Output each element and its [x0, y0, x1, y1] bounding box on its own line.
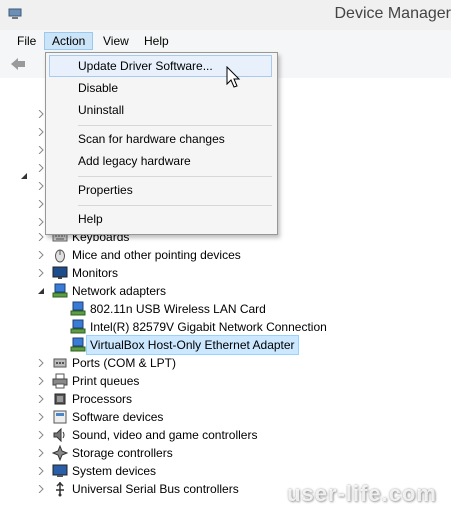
- processor-icon: [54, 393, 66, 405]
- tree-item-label: Network adapters: [72, 284, 167, 298]
- usb-icon: [56, 481, 64, 497]
- tree-item-label: 802.11n USB Wireless LAN Card: [90, 302, 266, 316]
- menu-bar: File Action View Help: [0, 30, 451, 53]
- menu-view[interactable]: View: [96, 32, 136, 50]
- tree-item-ports[interactable]: Ports (COM & LPT): [36, 354, 436, 372]
- menu-scan-hardware-changes[interactable]: Scan for hardware changes: [49, 128, 272, 150]
- tree-item-system-devices[interactable]: System devices: [36, 462, 436, 480]
- mouse-cursor-icon: [226, 66, 241, 88]
- expand-icon[interactable]: [37, 110, 45, 118]
- menu-file[interactable]: File: [10, 32, 43, 50]
- expand-icon[interactable]: [37, 269, 45, 277]
- tree-item-virtualbox-adapter[interactable]: VirtualBox Host-Only Ethernet Adapter: [70, 335, 440, 355]
- menu-action[interactable]: Action: [44, 32, 94, 50]
- tree-item-label: Mice and other pointing devices: [72, 248, 241, 262]
- window-title: Device Manager: [334, 5, 451, 22]
- tree-item-label: Monitors: [72, 266, 119, 280]
- menu-help[interactable]: Help: [137, 32, 176, 50]
- watermark: user-life.com: [287, 481, 437, 506]
- tree-item-label: Storage controllers: [72, 446, 173, 460]
- expand-icon[interactable]: [37, 413, 45, 421]
- tree-item-label: Processors: [72, 392, 133, 406]
- port-icon: [53, 358, 67, 368]
- tree-item-label: Intel(R) 82579V Gigabit Network Connecti…: [90, 320, 327, 334]
- collapse-icon[interactable]: [37, 287, 45, 295]
- tree-item-software-devices[interactable]: Software devices: [36, 408, 436, 426]
- tree-item-label: Print queues: [72, 374, 140, 388]
- tree-item-label: System devices: [72, 464, 157, 478]
- expand-icon[interactable]: [37, 218, 45, 226]
- expand-icon[interactable]: [37, 449, 45, 457]
- expand-icon[interactable]: [37, 200, 45, 208]
- expand-icon[interactable]: [37, 467, 45, 475]
- device-manager-icon: [8, 8, 22, 19]
- menu-properties[interactable]: Properties: [49, 179, 272, 201]
- menu-separator: [78, 176, 272, 177]
- menu-add-legacy-hardware[interactable]: Add legacy hardware: [49, 150, 272, 172]
- expand-icon[interactable]: [37, 377, 45, 385]
- tree-item-label: Software devices: [72, 410, 164, 424]
- expand-icon[interactable]: [37, 395, 45, 403]
- storage-icon: [52, 445, 68, 461]
- menu-uninstall[interactable]: Uninstall: [49, 99, 272, 121]
- tree-item-mice[interactable]: Mice and other pointing devices: [36, 246, 436, 264]
- sound-icon: [53, 427, 65, 443]
- tree-item-wireless-lan[interactable]: 802.11n USB Wireless LAN Card: [70, 300, 440, 318]
- tree-item-label: Sound, video and game controllers: [72, 428, 258, 442]
- tree-item-label: Ports (COM & LPT): [72, 356, 177, 370]
- back-arrow-icon[interactable]: [10, 57, 26, 71]
- action-menu: Update Driver Software... Disable Uninst…: [45, 52, 278, 235]
- expand-icon[interactable]: [37, 146, 45, 154]
- printer-icon: [52, 373, 68, 389]
- expand-icon[interactable]: [37, 251, 45, 259]
- tree-item-sound-video[interactable]: Sound, video and game controllers: [36, 426, 436, 444]
- system-icon: [52, 464, 68, 477]
- network-adapter-icon: [70, 301, 86, 316]
- title-bar: Device Manager: [0, 0, 451, 31]
- tree-item-network-adapters[interactable]: Network adapters: [36, 282, 436, 300]
- network-adapter-icon: [52, 283, 68, 298]
- expand-icon[interactable]: [37, 164, 45, 172]
- tree-item-intel-gigabit[interactable]: Intel(R) 82579V Gigabit Network Connecti…: [70, 318, 440, 336]
- collapse-icon[interactable]: [20, 172, 28, 180]
- tree-item-storage-controllers[interactable]: Storage controllers: [36, 444, 436, 462]
- network-adapter-icon: [70, 319, 86, 334]
- mouse-icon: [55, 249, 65, 263]
- network-adapter-icon: [70, 337, 86, 352]
- menu-separator: [78, 205, 272, 206]
- expand-icon[interactable]: [37, 485, 45, 493]
- expand-icon[interactable]: [37, 128, 45, 136]
- expand-icon[interactable]: [37, 182, 45, 190]
- menu-separator: [78, 125, 272, 126]
- expand-icon[interactable]: [37, 431, 45, 439]
- tree-item-label: Universal Serial Bus controllers: [72, 482, 239, 496]
- tree-item-monitors[interactable]: Monitors: [36, 264, 436, 282]
- expand-icon[interactable]: [37, 359, 45, 367]
- tree-item-label: VirtualBox Host-Only Ethernet Adapter: [86, 335, 299, 355]
- expand-icon[interactable]: [37, 233, 45, 241]
- monitor-icon: [52, 266, 68, 279]
- software-device-icon: [53, 410, 67, 424]
- tree-item-processors[interactable]: Processors: [36, 390, 436, 408]
- tree-item-print-queues[interactable]: Print queues: [36, 372, 436, 390]
- menu-help-item[interactable]: Help: [49, 208, 272, 230]
